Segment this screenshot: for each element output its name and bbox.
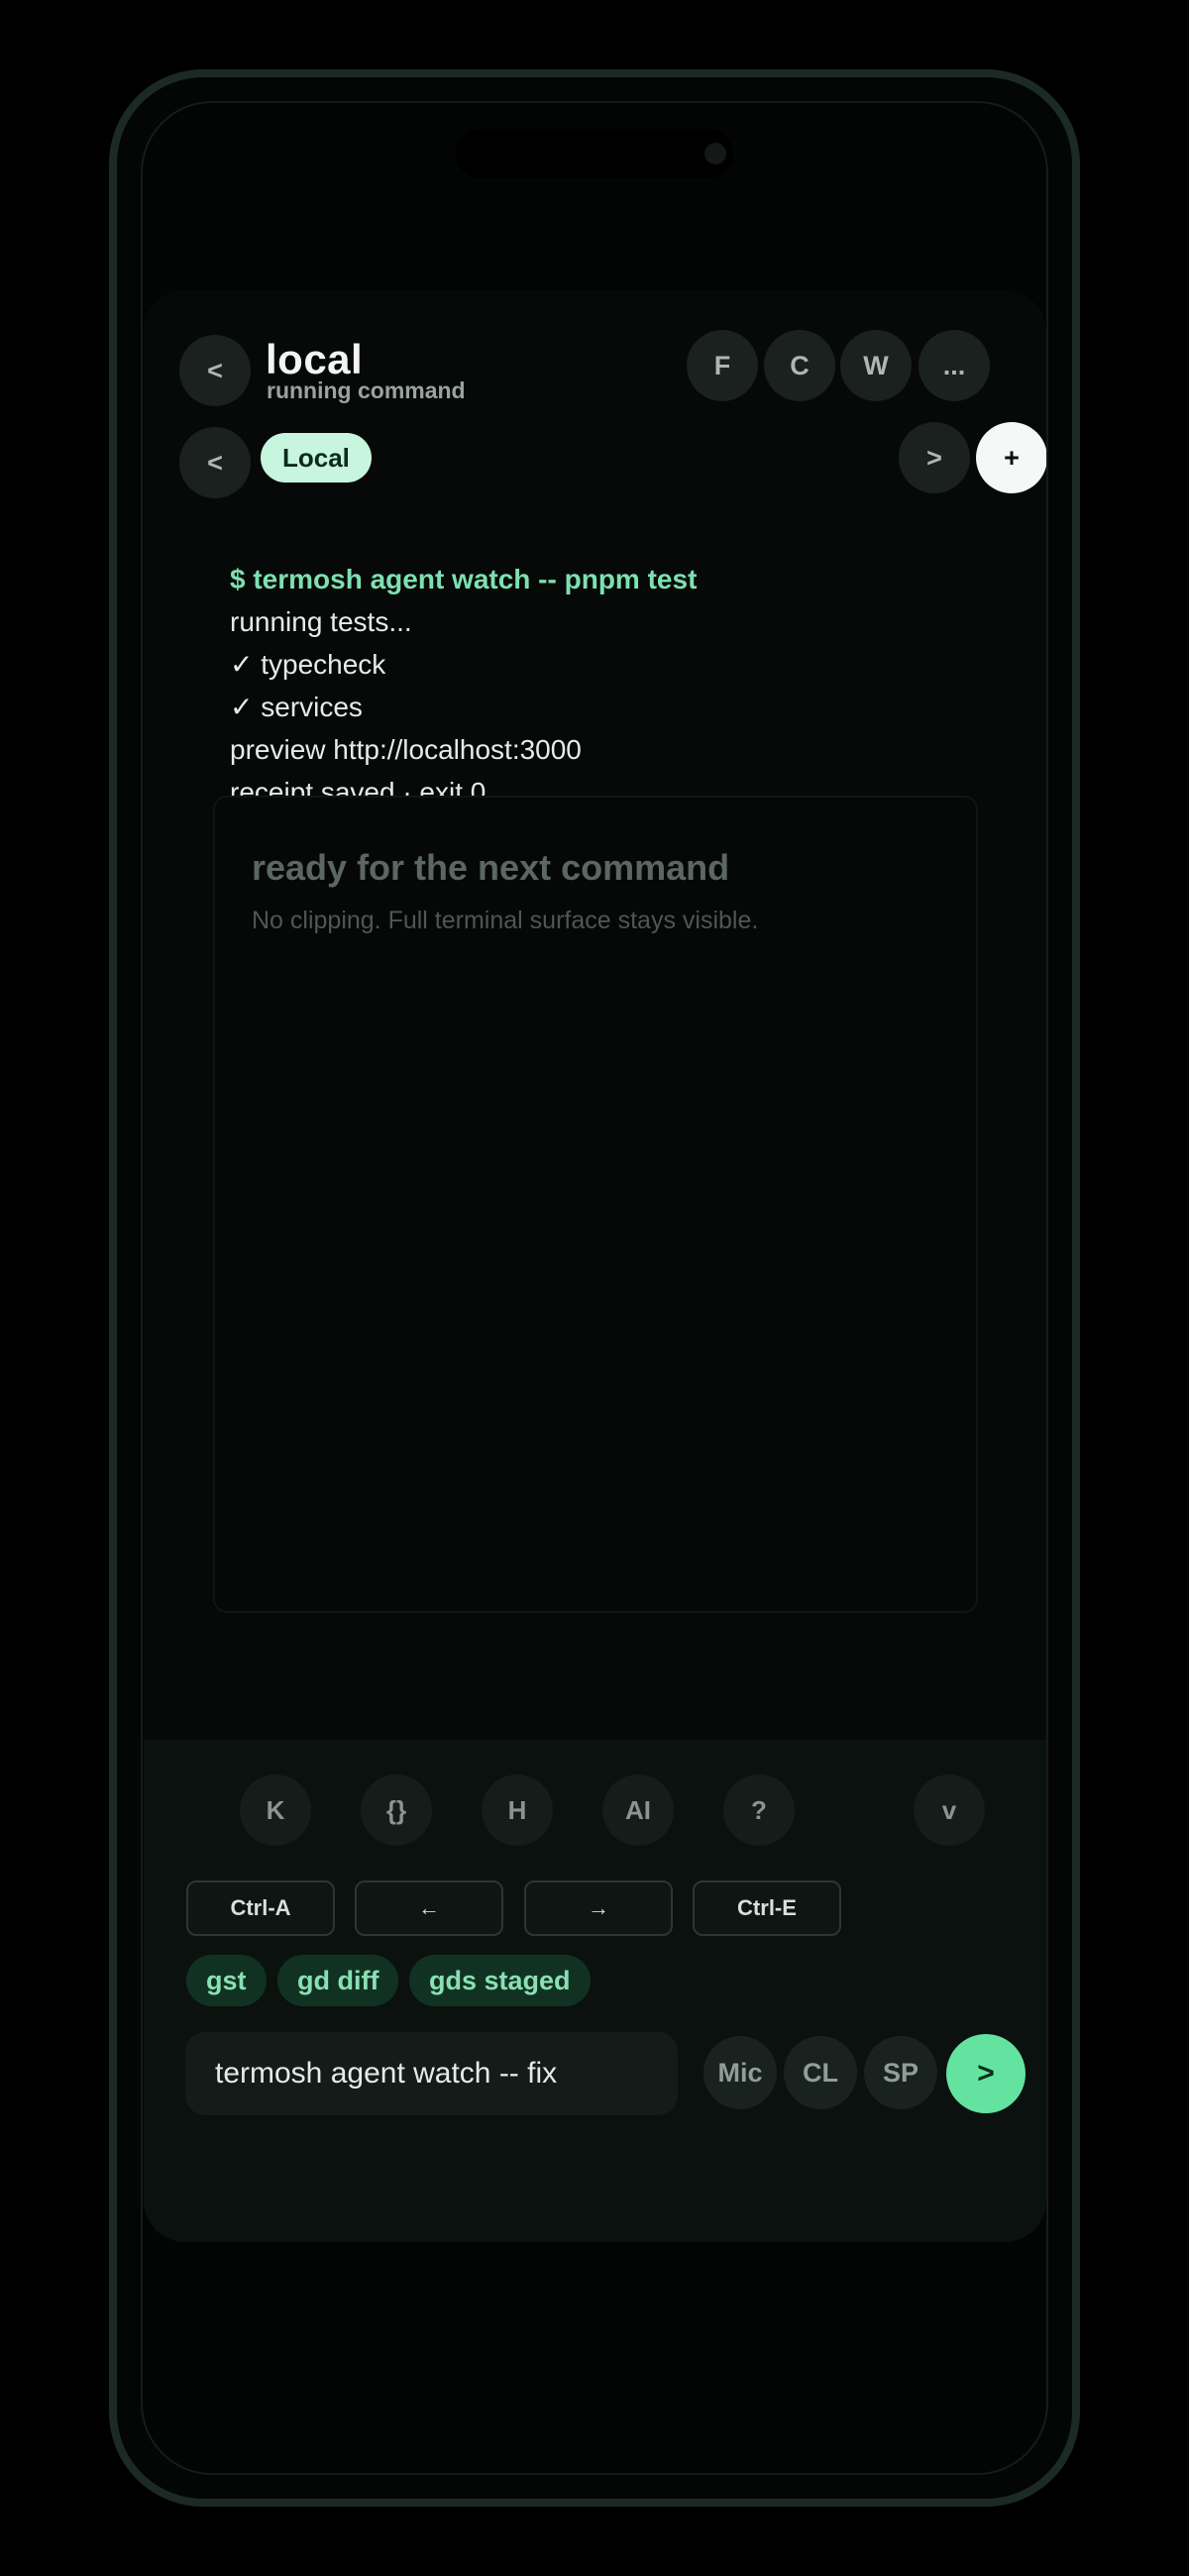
quick-key-help[interactable]: ?	[723, 1774, 795, 1846]
key-ctrl-e[interactable]: Ctrl-E	[693, 1880, 841, 1936]
session-title: local	[266, 336, 364, 382]
tab-prev-button[interactable]: <	[179, 427, 251, 498]
clear-button[interactable]: CL	[784, 2036, 857, 2109]
terminal-line: running tests...	[230, 606, 412, 637]
terminal-line: preview http://localhost:3000	[230, 734, 582, 765]
terminal-line: receipt saved · exit 0	[230, 777, 486, 799]
send-button[interactable]: >	[946, 2034, 1026, 2113]
snippet-chip-gst[interactable]: gst	[186, 1955, 267, 2006]
collapse-keyboard-button[interactable]: v	[914, 1774, 985, 1846]
camera-icon	[704, 143, 726, 164]
snippet-chip-gd-diff[interactable]: gd diff	[277, 1955, 399, 2006]
quick-key-ai[interactable]: AI	[602, 1774, 674, 1846]
tab-local[interactable]: Local	[261, 433, 372, 483]
commands-button[interactable]: C	[764, 330, 835, 401]
session-status: running command	[267, 377, 466, 403]
snippet-chip-gds-staged[interactable]: gds staged	[409, 1955, 591, 2006]
empty-state-subtitle: No clipping. Full terminal surface stays…	[252, 907, 759, 934]
quick-key-history[interactable]: H	[482, 1774, 553, 1846]
next-command-panel: ready for the next command No clipping. …	[213, 796, 978, 1613]
tab-next-button[interactable]: >	[899, 422, 970, 493]
new-tab-button[interactable]: +	[976, 422, 1046, 493]
key-ctrl-a[interactable]: Ctrl-A	[186, 1880, 335, 1936]
quick-key-k[interactable]: K	[240, 1774, 311, 1846]
command-input[interactable]	[185, 2032, 678, 2115]
key-arrow-left[interactable]: ←	[355, 1880, 503, 1936]
dynamic-island	[456, 129, 733, 178]
more-button[interactable]: ...	[919, 330, 990, 401]
terminal-line: ✓ services	[230, 692, 363, 722]
terminal-command-line: $ termosh agent watch -- pnpm test	[230, 564, 698, 594]
workspace-button[interactable]: W	[840, 330, 912, 401]
quick-key-braces[interactable]: {}	[361, 1774, 432, 1846]
key-arrow-right[interactable]: →	[524, 1880, 673, 1936]
terminal-line: ✓ typecheck	[230, 649, 386, 680]
mic-button[interactable]: Mic	[703, 2036, 777, 2109]
terminal-output: $ termosh agent watch -- pnpm test runni…	[230, 558, 943, 799]
space-button[interactable]: SP	[864, 2036, 937, 2109]
back-button[interactable]: <	[179, 335, 251, 406]
empty-state-title: ready for the next command	[252, 847, 730, 888]
terminal-app: < local running command F C W ... < Loca…	[144, 290, 1046, 2242]
files-button[interactable]: F	[687, 330, 758, 401]
